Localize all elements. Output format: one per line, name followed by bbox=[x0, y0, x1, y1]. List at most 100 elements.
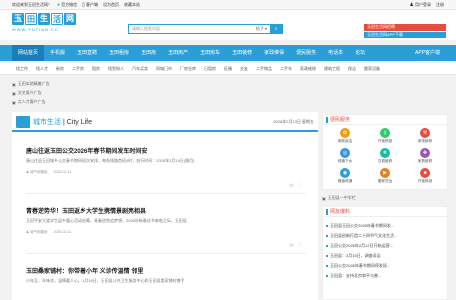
welcome-text: 欢迎来到玉田生活网！ bbox=[12, 1, 52, 7]
sidebar-ad-link[interactable]: ▣ 玉田县一中学栏 bbox=[322, 194, 448, 202]
article-card[interactable]: 青春逆势华！玉田返乡大学生携情景剧亮相县 玉田平安大道学生返乡暖心活动启幕，青春… bbox=[26, 206, 306, 254]
article-card[interactable]: 唐山往返玉田公交2026年春节期间发车时间安 唐山往返玉田城乡公交春节期间班次安… bbox=[26, 146, 306, 194]
article-card[interactable]: 玉田桑家铺村：你带着小年 义诊传温情 邻里 小年至，年味浓，温情暖人心。1月18… bbox=[26, 266, 306, 300]
subnav-item[interactable]: 二手物品 bbox=[252, 66, 276, 72]
service-item[interactable]: ◎ 疏通下水 bbox=[325, 148, 365, 164]
search-category-select[interactable]: 帖子 ▾ bbox=[253, 26, 270, 32]
site-logo[interactable]: 玉 田 生 活 网 WWW.YUTIAN.CC bbox=[12, 13, 82, 38]
article-date: 2026-02-11 bbox=[53, 230, 72, 234]
article-author: ♟ 城气和春秋 bbox=[26, 170, 48, 174]
news-item[interactable]: 玉田县玉田公交2026年春节期间发... bbox=[323, 221, 447, 231]
service-item[interactable]: ✿ 家政保洁 bbox=[325, 128, 365, 144]
logo-char-3: 生 bbox=[38, 13, 50, 25]
news-item[interactable]: 玉田公交2026年春节期间停发班... bbox=[323, 261, 447, 271]
news-item[interactable]: 玉田县创新打造二十四节气文化生活... bbox=[323, 231, 447, 241]
service-header: 便民服务 bbox=[323, 115, 447, 125]
nav-item-house[interactable]: 玉田房 bbox=[135, 45, 162, 61]
search-button[interactable]: ⌕ bbox=[270, 25, 282, 33]
main-nav: 网站首页 手机版 玉田直聘 玉田租房 玉田房 玉田房产 玉田房车 玉田装修 家政… bbox=[0, 45, 456, 61]
search-bar: 请输入搜索内容 帖子 ▾ ⌕ bbox=[128, 24, 283, 34]
header-banner[interactable]: 玉田生活网招聘 玉田生活网APP下载 bbox=[364, 24, 446, 38]
news-item[interactable]: 玉田县：支持北京和平与普... bbox=[323, 271, 447, 281]
section-header: 城市生活 | City Life 2026年2月13日 星期五 bbox=[12, 114, 318, 132]
user-icon: ♟ bbox=[409, 1, 414, 8]
subnav-item[interactable]: 家政维修 bbox=[296, 66, 320, 72]
subnav-item[interactable]: 找到知人 bbox=[104, 66, 128, 72]
subnav-item[interactable]: 租房 bbox=[88, 66, 104, 72]
subnav-item[interactable]: 搬家设备 bbox=[360, 66, 384, 72]
broken-image-icon: ▣ bbox=[12, 99, 16, 105]
like-icon[interactable]: ♡ bbox=[298, 243, 302, 249]
ad-link[interactable]: ▣ 玉田本地精美广告 bbox=[12, 80, 152, 88]
news-item[interactable]: 玉田县：3月15日，调查诉讼 bbox=[323, 251, 447, 261]
header: 玉 田 生 活 网 WWW.YUTIAN.CC 请输入搜索内容 帖子 ▾ ⌕ 玉… bbox=[0, 10, 456, 40]
header-banner-app[interactable]: 玉田生活网APP下载 bbox=[364, 31, 446, 38]
subnav-item[interactable]: 二手房 bbox=[68, 66, 88, 72]
nav-item-cars[interactable]: 玉田房车 bbox=[194, 45, 226, 61]
article-summary: 唐山往返玉田城乡公交春节期间班次安排，每条线路首班4时，执行时间：2026年2月… bbox=[26, 158, 195, 163]
section-title: 城市生活 | City Life bbox=[33, 119, 93, 126]
login-link[interactable]: ♟ 用户登录 bbox=[409, 2, 431, 8]
broken-image-icon: ▣ bbox=[322, 195, 326, 201]
service-item[interactable]: ⚒ 家电维修 bbox=[405, 128, 445, 144]
key-icon: ⚷ bbox=[380, 128, 390, 138]
nav-item-mobile[interactable]: 手机版 bbox=[44, 45, 71, 61]
service-box: 便民服务 ✿ 家政保洁 ⚷ 开锁修锁 ⚒ 家电维修 ◎ 疏通下水 ❄ 空调维修 ✚ 家具维修… bbox=[322, 114, 448, 190]
nav-item-phonebook[interactable]: 电话本 bbox=[322, 45, 349, 61]
subnav-item[interactable]: 汽车买卖 bbox=[128, 66, 152, 72]
search-input[interactable]: 请输入搜索内容 bbox=[129, 26, 253, 32]
logo-domain: WWW.YUTIAN.CC bbox=[12, 27, 59, 32]
article-summary: 小年至，年味浓，温情暖人心。1月18日，玉田县公共卫生服务中心和玉田县桑家铺村携… bbox=[26, 278, 185, 283]
news-item[interactable]: 玉田公交2026年2月12日开始运营... bbox=[323, 241, 447, 251]
article-date: 2026-02-11 bbox=[53, 170, 72, 174]
comment-icon[interactable]: ✉ bbox=[289, 183, 293, 189]
subnav-item[interactable]: 二手车 bbox=[276, 66, 296, 72]
subnav-item[interactable]: 厂房仓库 bbox=[176, 66, 200, 72]
service-item[interactable]: ■ 开锁换锁 bbox=[405, 168, 445, 184]
subnav-item[interactable]: 保洁 bbox=[344, 66, 360, 72]
subnav-item[interactable]: 征婚 bbox=[220, 66, 236, 72]
subnav-item[interactable]: 同城门市 bbox=[152, 66, 176, 72]
search-icon: ⌕ bbox=[274, 26, 278, 32]
app-client-button[interactable]: APP客户端 bbox=[406, 45, 446, 61]
phone-icon: ▯ bbox=[82, 1, 85, 8]
nav-item-services[interactable]: 便民服务 bbox=[290, 45, 322, 61]
ad-link[interactable]: ▣ 点人才客户广告 bbox=[12, 98, 152, 106]
service-item[interactable]: ❄ 空调维修 bbox=[365, 148, 405, 164]
wechat-link[interactable]: ● 官方微信 bbox=[57, 2, 77, 8]
header-banner-recruit[interactable]: 玉田生活网招聘 bbox=[364, 24, 446, 31]
nav-item-home[interactable]: 网站首页 bbox=[12, 45, 45, 61]
ad-link[interactable]: ▣ 文艺复兴广告 bbox=[12, 89, 152, 97]
nav-item-jobs[interactable]: 玉田直聘 bbox=[71, 45, 103, 61]
article-author: ♟ 城气和春秋 bbox=[26, 230, 48, 234]
service-item[interactable]: ✚ 家具维修 bbox=[405, 148, 445, 164]
article-title[interactable]: 唐山往返玉田公交2026年春节期间发车时间安 bbox=[26, 146, 306, 155]
hammer-icon: ✚ bbox=[420, 148, 430, 158]
subnav-item[interactable]: 新房 bbox=[52, 66, 68, 72]
comment-icon[interactable]: ✉ bbox=[289, 243, 293, 249]
news-list: 玉田县玉田公交2026年春节期间发... 玉田县创新打造二十四节气文化生活...… bbox=[323, 217, 447, 281]
service-item[interactable]: ⚷ 开锁修锁 bbox=[365, 128, 405, 144]
subnav-item[interactable]: 日租房 bbox=[200, 66, 220, 72]
like-icon[interactable]: ♡ bbox=[298, 183, 302, 189]
nav-item-rent[interactable]: 玉田租房 bbox=[103, 45, 135, 61]
subnav-item[interactable]: 交友 bbox=[236, 66, 252, 72]
nav-item-forum[interactable]: 论坛 bbox=[349, 45, 371, 61]
article-title[interactable]: 玉田桑家铺村：你带着小年 义诊传温情 邻里 bbox=[26, 266, 306, 275]
nav-item-decor[interactable]: 玉田装修 bbox=[226, 45, 258, 61]
article-title[interactable]: 青春逆势华！玉田返乡大学生携情景剧亮相县 bbox=[26, 206, 306, 215]
subnav-item[interactable]: 找人才 bbox=[32, 66, 52, 72]
set-homepage-link[interactable]: 设为首页 bbox=[103, 2, 119, 8]
section-date: 2026年2月13日 星期五 bbox=[273, 119, 314, 124]
app-client-link[interactable]: ▯ 客户端 bbox=[82, 2, 98, 8]
service-item[interactable]: ▶ 搬家货运 bbox=[365, 168, 405, 184]
subnav-item[interactable]: 找工作 bbox=[12, 66, 32, 72]
subnav-item[interactable]: 建筑工程 bbox=[320, 66, 344, 72]
wrench-icon: ⚒ bbox=[420, 128, 430, 138]
service-item[interactable]: ◉ 管道疏通 bbox=[325, 168, 365, 184]
nav-item-housekeeping[interactable]: 家政维保 bbox=[258, 45, 290, 61]
nav-item-realestate[interactable]: 玉田房产 bbox=[162, 45, 194, 61]
logo-char-5: 网 bbox=[64, 13, 76, 25]
bookmark-link[interactable]: 收藏本站 bbox=[124, 2, 140, 8]
register-link[interactable]: 注册 bbox=[436, 2, 444, 8]
